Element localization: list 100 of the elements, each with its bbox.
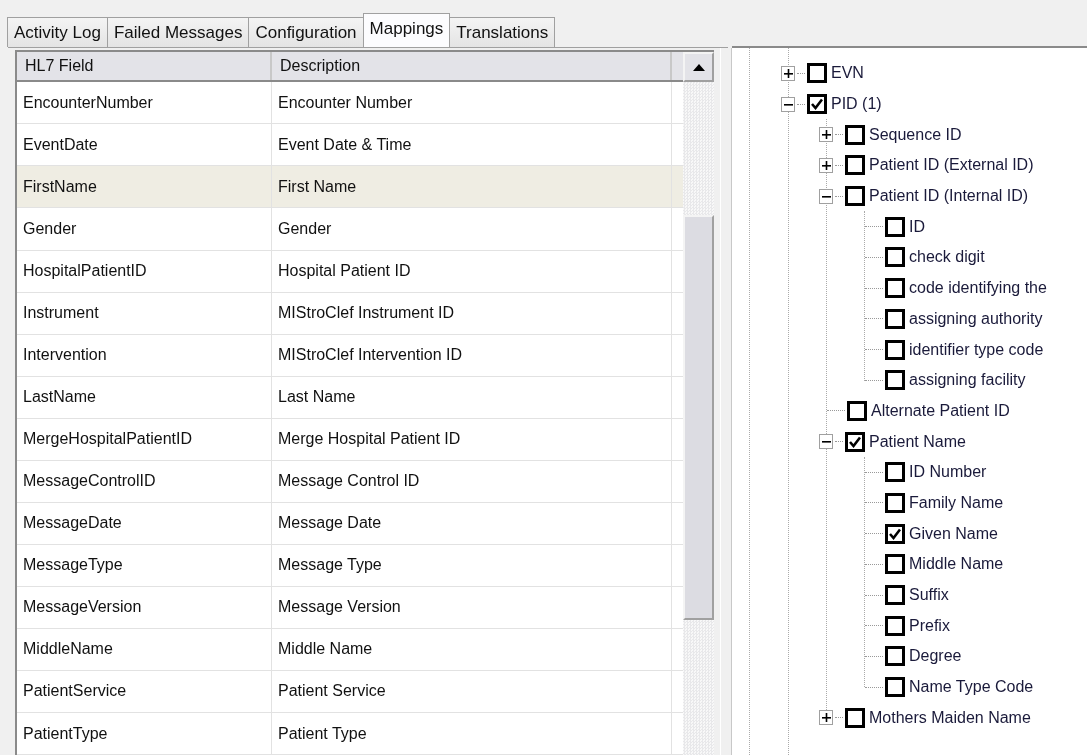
tree-node-label[interactable]: EVN (831, 64, 864, 83)
table-row[interactable]: EncounterNumber Encounter Number (17, 82, 683, 125)
tree-node-label[interactable]: ID Number (909, 463, 987, 482)
collapse-button[interactable] (781, 96, 795, 112)
tab[interactable]: Mappings (362, 13, 451, 47)
tree-node-label[interactable]: assigning facility (909, 371, 1026, 390)
table-row[interactable]: EventDate Event Date & Time (17, 124, 683, 167)
table-row[interactable]: MiddleName Middle Name (17, 628, 683, 671)
checkbox[interactable] (885, 677, 905, 698)
table-cell: Gender (272, 208, 672, 250)
table-cell: Encounter Number (272, 82, 672, 124)
expand-button[interactable] (819, 710, 833, 726)
checkbox[interactable] (885, 585, 905, 606)
tree-node-label[interactable]: Suffix (909, 586, 949, 605)
expand-button[interactable] (781, 65, 795, 81)
up-arrow-icon (692, 63, 705, 71)
column-header[interactable]: Description (272, 52, 672, 81)
table-row[interactable]: MergeHospitalPatientID Merge Hospital Patient ID (17, 418, 683, 461)
plus-icon (783, 68, 793, 78)
table-cell: Instrument (17, 292, 272, 334)
checkbox[interactable] (885, 216, 905, 237)
scrollbar[interactable] (683, 52, 714, 755)
checkbox[interactable] (807, 63, 827, 84)
checkbox[interactable] (885, 523, 905, 544)
tree-node-label[interactable]: Alternate Patient ID (871, 401, 1010, 420)
checkbox[interactable] (845, 707, 865, 728)
table-cell: PatientService (17, 670, 272, 712)
tree-node-label[interactable]: code identifying the (909, 279, 1047, 298)
tree-node-label[interactable]: Mothers Maiden Name (869, 708, 1031, 727)
plus-icon (821, 160, 831, 170)
tree-node-label[interactable]: Family Name (909, 493, 1004, 512)
plus-icon (821, 130, 831, 140)
table-cell: MiddleName (17, 628, 272, 670)
table-cell: Patient Service (272, 670, 672, 712)
checkbox[interactable] (847, 400, 867, 421)
scroll-up-button[interactable] (683, 52, 714, 82)
checkbox[interactable] (885, 339, 905, 360)
tree-node-label[interactable]: check digit (909, 248, 985, 267)
checkbox[interactable] (885, 615, 905, 636)
table-cell: FirstName (17, 166, 272, 208)
table-cell: Event Date & Time (272, 124, 672, 166)
checkbox[interactable] (845, 155, 865, 176)
checkbox[interactable] (885, 370, 905, 391)
checkbox[interactable] (885, 646, 905, 667)
collapse-button[interactable] (819, 434, 833, 450)
tree-node-label[interactable]: Prefix (909, 616, 950, 635)
column-header[interactable]: HL7 Field (17, 52, 272, 81)
table-row[interactable]: LastName Last Name (17, 376, 683, 419)
table-cell: First Name (272, 166, 672, 208)
table-cell: LastName (17, 376, 272, 418)
table-row[interactable]: MessageVersion Message Version (17, 586, 683, 629)
table-row[interactable]: MessageControlID Message Control ID (17, 460, 683, 503)
scroll-thumb[interactable] (683, 215, 714, 620)
table-cell: Hospital Patient ID (272, 250, 672, 292)
table-row[interactable]: PatientService Patient Service (17, 670, 683, 713)
tree-node-label[interactable]: Patient Name (869, 432, 966, 451)
checkbox[interactable] (845, 431, 865, 452)
tree-node-label[interactable]: identifier type code (909, 340, 1044, 359)
tree-node-label[interactable]: Name Type Code (909, 678, 1034, 697)
collapse-button[interactable] (819, 188, 833, 204)
tab[interactable]: Configuration (248, 17, 364, 47)
expand-button[interactable] (819, 127, 833, 143)
table-row[interactable]: MessageType Message Type (17, 544, 683, 587)
tree-node-label[interactable]: assigning authority (909, 309, 1043, 328)
table-cell: Middle Name (272, 628, 672, 670)
tree-node-label[interactable]: Patient ID (Internal ID) (869, 187, 1029, 206)
tree-node-label[interactable]: Degree (909, 647, 962, 666)
expand-button[interactable] (819, 157, 833, 173)
table-row[interactable]: Gender Gender (17, 208, 683, 251)
table-row[interactable]: Instrument MIStroClef Instrument ID (17, 292, 683, 335)
tree-node-label[interactable]: Given Name (909, 524, 998, 543)
table-row[interactable]: FirstName First Name (17, 166, 683, 209)
tree-node-label[interactable]: Middle Name (909, 555, 1004, 574)
checkbox[interactable] (845, 124, 865, 145)
tree-node-label[interactable]: Patient ID (External ID) (869, 156, 1034, 175)
checkbox[interactable] (845, 186, 865, 207)
checkbox[interactable] (885, 492, 905, 513)
tree-node-label[interactable]: Sequence ID (869, 125, 962, 144)
table-cell: MessageControlID (17, 460, 272, 502)
checkbox[interactable] (885, 278, 905, 299)
table-row[interactable]: Intervention MIStroClef Intervention ID (17, 334, 683, 377)
checkbox[interactable] (885, 554, 905, 575)
checkbox[interactable] (807, 94, 827, 115)
tab[interactable]: Failed Messages (106, 17, 250, 47)
table-cell: Message Version (272, 586, 672, 628)
table-row[interactable]: MessageDate Message Date (17, 502, 683, 545)
tab[interactable]: Activity Log (7, 17, 108, 47)
tree-node-label[interactable]: PID (1) (831, 95, 882, 114)
checkbox[interactable] (885, 462, 905, 483)
tree-node-label[interactable]: ID (909, 217, 925, 236)
table-cell: Patient Type (272, 713, 672, 755)
table-cell: Last Name (272, 376, 672, 418)
tab[interactable]: Translations (449, 17, 556, 47)
table-cell: Message Control ID (272, 460, 672, 502)
table-row[interactable]: HospitalPatientID Hospital Patient ID (17, 250, 683, 293)
checkbox[interactable] (885, 308, 905, 329)
table-cell: MIStroClef Instrument ID (272, 292, 672, 334)
table-row[interactable]: PatientType Patient Type (17, 713, 683, 755)
checkbox[interactable] (885, 247, 905, 268)
plus-icon (821, 713, 831, 723)
